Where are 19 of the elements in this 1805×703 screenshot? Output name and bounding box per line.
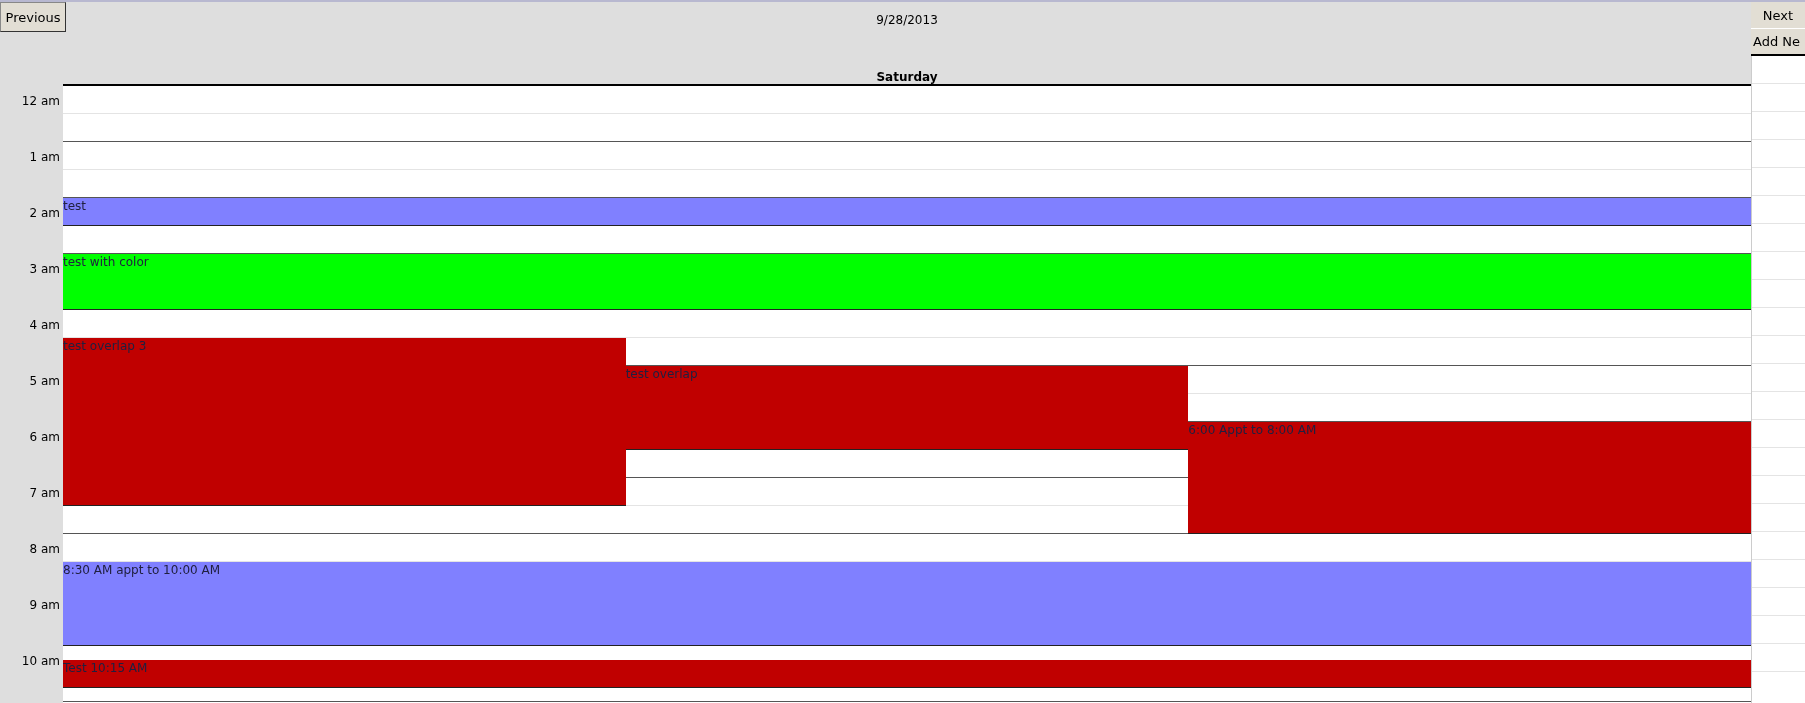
day-heading: Saturday	[876, 70, 938, 84]
hour-label: 9 am	[28, 597, 61, 614]
hour-label: 1 am	[28, 149, 61, 166]
next-button[interactable]: Next	[1751, 2, 1805, 29]
hour-label: 2 am	[28, 205, 61, 222]
date-title: 9/28/2013	[876, 13, 938, 27]
hour-label: 5 am	[28, 373, 61, 390]
calendar-event[interactable]: test with color	[63, 254, 1751, 310]
hour-label: 6 am	[28, 429, 61, 446]
hour-label: 8 am	[28, 541, 61, 558]
hour-label: 7 am	[28, 485, 61, 502]
calendar-event[interactable]: 8:30 AM appt to 10:00 AM	[63, 562, 1751, 646]
previous-button[interactable]: Previous	[0, 2, 66, 32]
hour-label: 4 am	[28, 317, 61, 334]
add-new-button[interactable]: Add Ne	[1751, 29, 1805, 56]
hour-label: 10 am	[20, 653, 61, 670]
hour-label: 3 am	[28, 261, 61, 278]
hour-label: 12 am	[20, 93, 61, 110]
calendar-event[interactable]: test	[63, 198, 1751, 226]
